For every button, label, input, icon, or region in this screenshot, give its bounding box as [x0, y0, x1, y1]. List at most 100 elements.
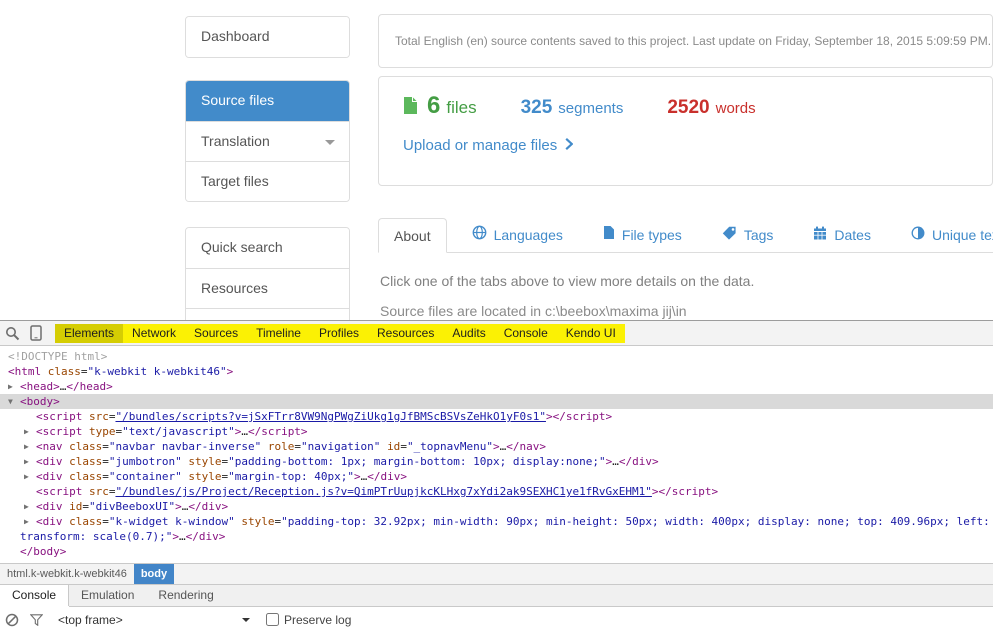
dom-tree-node[interactable]: ▶<div class="k-widget k-window" style="p…: [0, 514, 993, 529]
green-file-icon: [403, 94, 421, 118]
devtools-tab-console[interactable]: Console: [495, 324, 557, 343]
dom-tree-node[interactable]: ▶<nav class="navbar navbar-inverse" role…: [0, 439, 993, 454]
dom-tree-node[interactable]: ▶<head>…</head>: [0, 379, 993, 394]
collapsed-arrow-icon[interactable]: ▶: [24, 424, 36, 439]
half-circle-icon: [911, 218, 925, 252]
tags-icon: [722, 218, 737, 252]
frame-select-value: <top frame>: [58, 613, 123, 627]
preserve-log-checkbox[interactable]: [266, 613, 279, 626]
sidebar-group-dashboard: Dashboard: [185, 16, 350, 58]
tab-unique-text[interactable]: Unique text: [896, 218, 993, 252]
collapsed-arrow-icon[interactable]: ▶: [24, 514, 36, 529]
collapsed-arrow-icon[interactable]: ▶: [24, 439, 36, 454]
expanded-arrow-icon[interactable]: ▼: [8, 394, 20, 409]
frame-context-select[interactable]: <top frame>: [58, 613, 250, 627]
tab-label: Languages: [494, 218, 563, 252]
detail-tabs: About Languages File types Tags Dates Un…: [378, 218, 993, 253]
chevron-down-icon: [325, 140, 335, 145]
dom-tree-node[interactable]: transform: scale(0.7);">…</div>: [0, 529, 993, 544]
tab-label: About: [394, 219, 431, 253]
tab-label: Unique text: [932, 218, 993, 252]
devtools-tab-resources[interactable]: Resources: [368, 324, 443, 343]
clear-console-icon[interactable]: [0, 608, 24, 632]
elements-tree[interactable]: <!DOCTYPE html><html class="k-webkit k-w…: [0, 346, 993, 563]
tab-about[interactable]: About: [378, 218, 447, 253]
breadcrumb-body[interactable]: body: [134, 564, 174, 584]
stat-segments: 325 segments: [521, 97, 624, 119]
preserve-log-toggle[interactable]: Preserve log: [266, 613, 351, 627]
preserve-log-label: Preserve log: [284, 613, 351, 627]
project-summary-box: Total English (en) source contents saved…: [378, 14, 993, 68]
dom-tree-node[interactable]: ▶<div id="divBeeboxUI">…</div>: [0, 499, 993, 514]
stat-words: 2520 words: [667, 97, 755, 119]
device-mode-icon[interactable]: [24, 321, 48, 345]
devtools-panel: Elements Network Sources Timeline Profil…: [0, 320, 993, 632]
sidebar-item-translation[interactable]: Translation: [186, 121, 349, 161]
devtools-tab-network[interactable]: Network: [123, 324, 185, 343]
dom-tree-node[interactable]: <!DOCTYPE html>: [0, 349, 993, 364]
upload-manage-files-link[interactable]: Upload or manage files: [403, 137, 573, 154]
upload-link-label: Upload or manage files: [403, 137, 557, 154]
filter-icon[interactable]: [24, 608, 48, 632]
tab-label: File types: [622, 218, 682, 252]
files-label: files: [446, 98, 476, 118]
words-label: words: [716, 100, 756, 117]
globe-icon: [472, 218, 487, 252]
screen: Dashboard Source files Translation Targe…: [0, 0, 993, 632]
collapsed-arrow-icon[interactable]: ▶: [8, 379, 20, 394]
dom-tree-node[interactable]: ▶<div class="jumbotron" style="padding-b…: [0, 454, 993, 469]
sidebar-group-files: Source files Translation Target files: [185, 80, 350, 202]
files-count: 6: [427, 92, 440, 120]
collapsed-arrow-icon[interactable]: ▶: [24, 499, 36, 514]
drawer-tab-rendering[interactable]: Rendering: [146, 585, 225, 606]
stat-files: 6 files: [403, 92, 477, 120]
stats-panel: 6 files 325 segments 2520 words Upload o…: [378, 76, 993, 186]
devtools-toolbar: Elements Network Sources Timeline Profil…: [0, 321, 993, 346]
sidebar-item-label: Translation: [201, 133, 270, 149]
console-toolbar: <top frame> Preserve log: [0, 607, 993, 632]
inspect-element-icon[interactable]: [0, 321, 24, 345]
collapsed-arrow-icon[interactable]: ▶: [24, 469, 36, 484]
segments-count: 325: [521, 97, 553, 119]
devtools-tab-sources[interactable]: Sources: [185, 324, 247, 343]
tab-hint-text: Click one of the tabs above to view more…: [380, 273, 754, 289]
devtools-tab-timeline[interactable]: Timeline: [247, 324, 310, 343]
dom-tree-node[interactable]: ▼<body>: [0, 394, 993, 409]
devtools-tab-audits[interactable]: Audits: [443, 324, 494, 343]
chevron-right-icon: [565, 137, 573, 154]
tab-dates[interactable]: Dates: [798, 218, 886, 252]
words-count: 2520: [667, 97, 709, 119]
dom-tree-node[interactable]: </body>: [0, 544, 993, 559]
source-location-text: Source files are located in c:\beebox\ma…: [380, 303, 687, 319]
drawer-tab-emulation[interactable]: Emulation: [69, 585, 146, 606]
devtools-tab-profiles[interactable]: Profiles: [310, 324, 368, 343]
tab-tags[interactable]: Tags: [707, 218, 789, 252]
sidebar-item-dashboard[interactable]: Dashboard: [186, 17, 349, 57]
dropdown-arrow-icon: [242, 618, 250, 622]
tab-label: Dates: [834, 218, 871, 252]
calendar-icon: [813, 218, 827, 252]
breadcrumb-html[interactable]: html.k-webkit.k-webkit46: [0, 564, 134, 584]
devtools-breadcrumb: html.k-webkit.k-webkit46 body: [0, 563, 993, 584]
tab-file-types[interactable]: File types: [588, 218, 697, 252]
sidebar-item-resources[interactable]: Resources: [186, 268, 349, 308]
dom-tree-node[interactable]: <script src="/bundles/js/Project/Recepti…: [0, 484, 993, 499]
dom-tree-node[interactable]: ▶<script type="text/javascript">…</scrip…: [0, 424, 993, 439]
devtools-tab-elements[interactable]: Elements: [55, 324, 123, 343]
drawer-tab-console[interactable]: Console: [0, 585, 69, 606]
dom-tree-node[interactable]: <script src="/bundles/scripts?v=jSxFTrr8…: [0, 409, 993, 424]
segments-label: segments: [558, 100, 623, 117]
dom-tree-node[interactable]: ▶<div class="container" style="margin-to…: [0, 469, 993, 484]
tab-languages[interactable]: Languages: [457, 218, 578, 252]
dom-tree-node[interactable]: <html class="k-webkit k-webkit46">: [0, 364, 993, 379]
stats-row: 6 files 325 segments 2520 words: [403, 92, 968, 120]
drawer-tabs: Console Emulation Rendering: [0, 584, 993, 607]
sidebar-item-target-files[interactable]: Target files: [186, 161, 349, 201]
tab-label: Tags: [744, 218, 774, 252]
sidebar-item-quick-search[interactable]: Quick search: [186, 228, 349, 268]
file-icon: [603, 218, 615, 252]
collapsed-arrow-icon[interactable]: ▶: [24, 454, 36, 469]
sidebar-item-source-files[interactable]: Source files: [186, 81, 349, 121]
devtools-tab-kendo-ui[interactable]: Kendo UI: [557, 324, 625, 343]
devtools-tabs: Elements Network Sources Timeline Profil…: [55, 324, 625, 343]
